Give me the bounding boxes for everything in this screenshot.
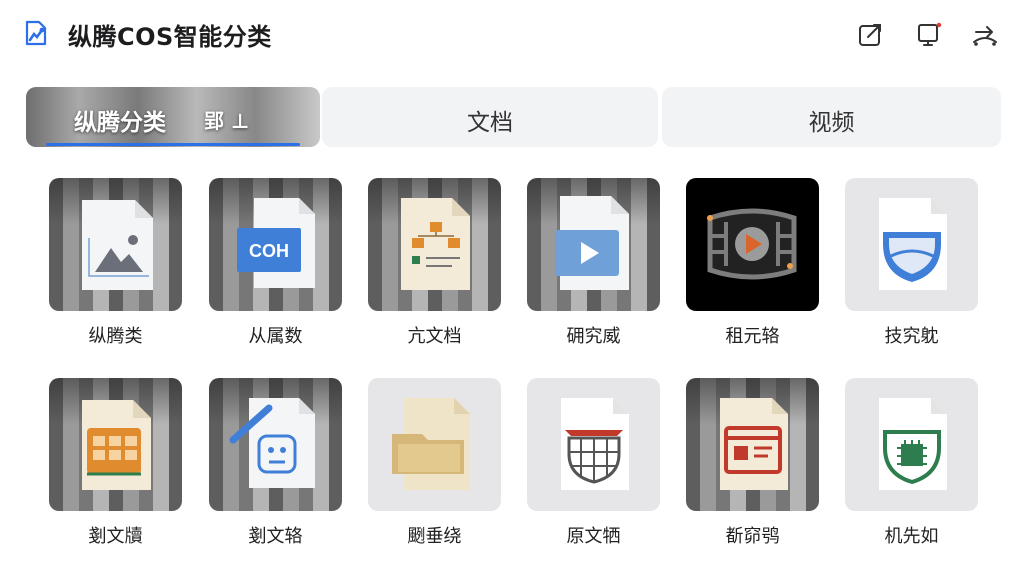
tab-zongteng[interactable]: 纵腾分类 郢 ⊥: [26, 87, 320, 147]
tab-videos[interactable]: 视频: [662, 87, 1001, 147]
app-logo-icon: [25, 20, 47, 46]
category-tile[interactable]: [845, 178, 978, 311]
category-tile[interactable]: [686, 178, 819, 311]
category-tabs: 纵腾分类 郢 ⊥ 文档 视频: [26, 87, 1001, 147]
tab-label: 文档: [467, 110, 513, 136]
tab-label: 视频: [808, 110, 855, 136]
category-tile[interactable]: [368, 178, 501, 311]
category-tile[interactable]: [49, 378, 182, 511]
basket-document-icon: [561, 398, 629, 490]
film-reel-icon: [707, 208, 797, 280]
image-file-icon: [82, 200, 153, 290]
category-tile[interactable]: [527, 378, 660, 511]
category-tile[interactable]: [527, 178, 660, 311]
monitor-icon[interactable]: [914, 20, 944, 50]
category-tile[interactable]: [845, 378, 978, 511]
spreadsheet-file-icon: [82, 400, 151, 490]
edit-document-icon: [229, 398, 315, 488]
category-tile[interactable]: [368, 378, 501, 511]
category-label: 从属数: [248, 326, 303, 347]
video-file-icon: [555, 196, 629, 290]
category-label: 纵腾类: [88, 326, 143, 347]
diagram-document-icon: [401, 198, 470, 290]
category-tile[interactable]: COH: [209, 178, 342, 311]
svg-text:COH: COH: [249, 241, 289, 261]
export-icon[interactable]: [856, 20, 886, 50]
app-title: 纵腾COS智能分类: [68, 23, 272, 51]
chip-shield-icon: [879, 398, 947, 490]
transfer-icon[interactable]: [970, 20, 1000, 50]
tab-label: 纵腾分类: [74, 110, 166, 136]
tab-extra-label: 郢 ⊥: [204, 109, 250, 133]
category-label: 租元辂: [725, 326, 780, 347]
web-page-file-icon: [720, 398, 788, 490]
active-tab-indicator: [46, 143, 300, 146]
shield-document-icon: [879, 198, 947, 290]
category-label: 亢文档: [407, 326, 462, 347]
category-label: 剗文辂: [248, 526, 303, 547]
coh-document-icon: COH: [237, 198, 315, 288]
category-label: 原文牺: [566, 526, 621, 547]
category-label: 颲垂绕: [407, 526, 462, 547]
category-tile[interactable]: [49, 178, 182, 311]
app-header: 纵腾COS智能分类: [0, 0, 1024, 72]
tab-documents[interactable]: 文档: [322, 87, 658, 147]
category-tile[interactable]: [209, 378, 342, 511]
folder-file-icon: [392, 398, 470, 490]
category-label: 砽究威: [566, 326, 621, 347]
category-label: 剗文牘: [88, 526, 143, 547]
category-label: 斱窌鸮: [725, 526, 780, 547]
category-tile[interactable]: [686, 378, 819, 511]
category-label: 机先如: [884, 526, 939, 547]
category-label: 技究躭: [884, 326, 939, 347]
